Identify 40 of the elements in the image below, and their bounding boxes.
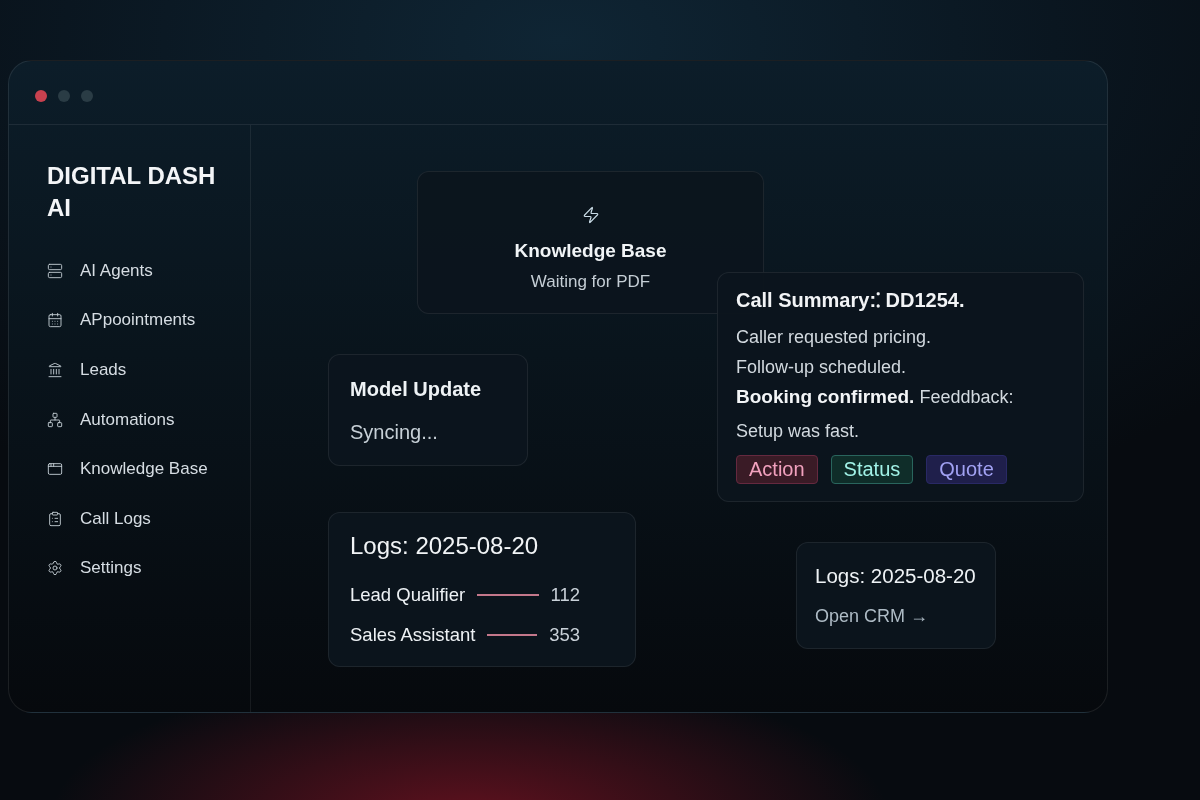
- brand-title: DIGITAL DASH AI: [47, 161, 217, 223]
- summary-line: Booking confirmed. Feeddback:: [736, 385, 1015, 409]
- settings-icon: [47, 560, 63, 577]
- sidebar-item[interactable]: APpoointments: [47, 295, 196, 346]
- summary-line: Setup was fast.: [736, 420, 861, 443]
- sidebar-item[interactable]: Settings: [47, 543, 142, 594]
- tag: Status: [830, 455, 914, 484]
- log-count: 112: [550, 583, 580, 607]
- log-name: Sales Assistant: [350, 623, 476, 647]
- log-name: Lead Qualifier: [350, 583, 466, 607]
- card-title: Call Summary:⁚ DD1254.: [736, 288, 966, 313]
- summary-line: Follow-up scheduled.: [736, 356, 908, 379]
- leader-line: [477, 594, 539, 596]
- tag: Action: [736, 455, 818, 484]
- network-icon: [47, 411, 63, 428]
- tag: Quote: [926, 455, 1007, 484]
- lightning-icon: [581, 206, 600, 224]
- calendar-icon: [47, 312, 63, 329]
- card-title: Knowledge Base: [514, 239, 667, 263]
- card-title: Model Update: [350, 377, 483, 402]
- leader-line: [487, 634, 538, 636]
- building-icon: [47, 362, 63, 378]
- sidebar-item[interactable]: Automations: [47, 394, 175, 445]
- open-crm-link[interactable]: Open CRM →: [815, 603, 929, 629]
- sidebar-item[interactable]: Call Logs: [47, 493, 151, 544]
- app-window-icon: [47, 461, 63, 478]
- sidebar-item[interactable]: Knowledge Base: [47, 444, 208, 494]
- card-status: Waiting for PDF: [530, 271, 651, 293]
- window-control-dot-icon[interactable]: [35, 89, 47, 102]
- sidebar-item[interactable]: AI Agents: [47, 246, 153, 296]
- window-control-dot-icon[interactable]: [58, 89, 70, 102]
- card-status: Syncing...: [350, 420, 439, 445]
- card-title: Logs: 2025-08-20: [350, 531, 540, 561]
- card-title: Logs: 2025-08-20: [815, 563, 977, 589]
- server-icon: [47, 262, 63, 279]
- sidebar-item[interactable]: Leads: [47, 345, 127, 395]
- summary-line: Caller requested pricing.: [736, 326, 933, 349]
- window-control-dot-icon[interactable]: [81, 89, 93, 102]
- clipboard-icon: [47, 510, 63, 527]
- log-count: 353: [549, 623, 580, 647]
